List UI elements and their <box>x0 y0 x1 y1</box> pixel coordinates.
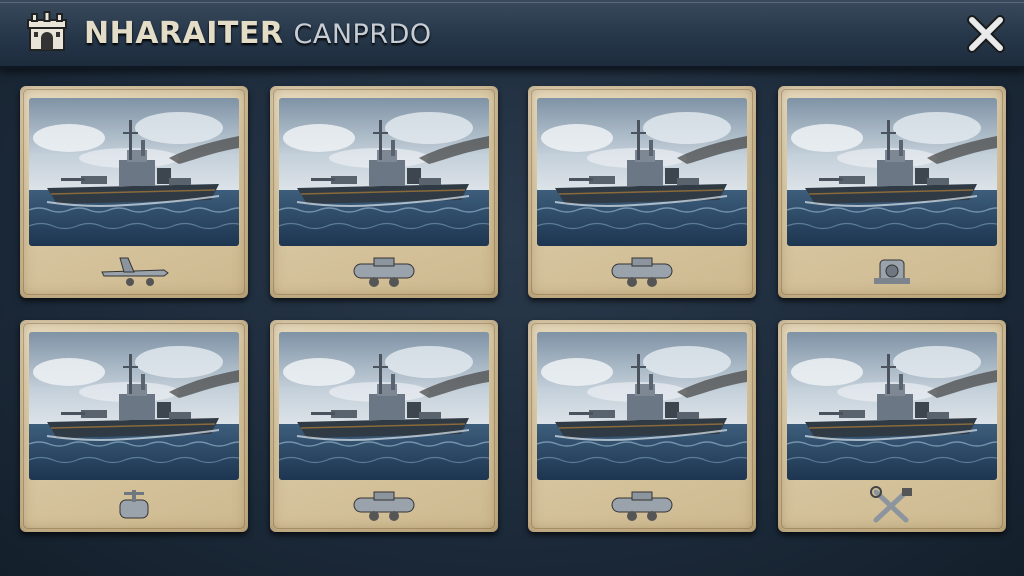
engine-module-icon <box>874 259 910 284</box>
ship-card[interactable] <box>20 320 248 532</box>
ship-card[interactable] <box>778 86 1006 298</box>
turret-module-icon <box>353 491 415 521</box>
fortress-icon <box>27 11 67 51</box>
battleship-illustration <box>29 98 239 246</box>
title-bold: NHARAITER <box>84 16 284 51</box>
battleship-illustration <box>279 98 489 246</box>
battleship-illustration <box>537 98 747 246</box>
window-title: NHARAITER CANPRDO <box>84 14 432 54</box>
ship-card[interactable] <box>270 320 498 532</box>
ship-card-grid <box>18 84 1008 552</box>
header-bar: NHARAITER CANPRDO <box>0 0 1024 69</box>
battleship-illustration <box>29 332 239 480</box>
close-icon[interactable] <box>964 12 1008 56</box>
ship-card[interactable] <box>270 86 498 298</box>
battleship-illustration <box>279 332 489 480</box>
battleship-illustration <box>537 332 747 480</box>
turret-module-icon <box>353 257 415 287</box>
gun-mount-module-icon <box>119 490 149 519</box>
aircraft-module-icon <box>101 257 169 286</box>
ship-card[interactable] <box>528 320 756 532</box>
turret-module-icon <box>611 257 673 287</box>
ship-card[interactable] <box>778 320 1006 532</box>
title-light: CANPRDO <box>293 19 432 50</box>
ship-card[interactable] <box>528 86 756 298</box>
turret-module-icon <box>611 491 673 521</box>
battleship-illustration <box>787 332 997 480</box>
repair-tools-icon <box>870 486 912 523</box>
ship-selection-window: NHARAITER CANPRDO <box>0 0 1024 576</box>
ship-card[interactable] <box>20 86 248 298</box>
battleship-illustration <box>787 98 997 246</box>
